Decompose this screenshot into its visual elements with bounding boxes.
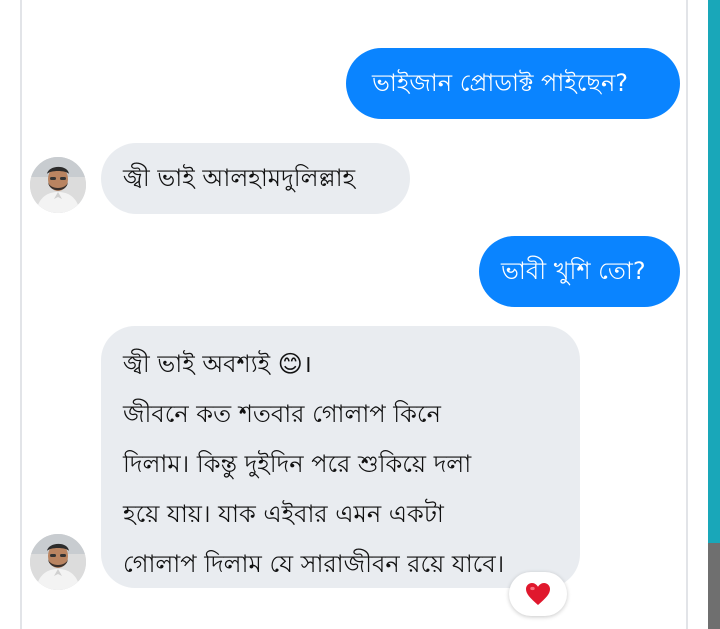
scrollbar-thumb[interactable] [708,543,720,629]
message-text: ভাইজান প্রোডাক্ট পাইছেন? [372,69,629,97]
accent-strip [708,0,720,629]
incoming-message-bubble[interactable]: জ্বী ভাই আলহামদুলিল্লাহ [101,143,410,214]
message-line: দিলাম। কিন্তু দুইদিন পরে শুকিয়ে দলা [123,450,472,478]
message-reaction[interactable] [509,572,567,616]
message-text: জ্বী ভাই আলহামদুলিল্লাহ [123,164,356,192]
side-panel [688,0,708,629]
messenger-chat-view: ভাইজান প্রোডাক্ট পাইছেন? জ্বী ভাই আলহামদ… [0,0,720,629]
message-line: জীবনে কত শতবার গোলাপ কিনে [123,400,441,428]
heart-icon [526,583,550,605]
avatar-photo-icon [30,534,86,590]
incoming-message-bubble[interactable]: জ্বী ভাই অবশ্যই 😊। জীবনে কত শতবার গোলাপ … [101,326,580,588]
outgoing-message-bubble[interactable]: ভাইজান প্রোডাক্ট পাইছেন? [346,48,680,119]
contact-avatar[interactable] [30,157,86,213]
outgoing-message-bubble[interactable]: ভাবী খুশি তো? [479,236,680,307]
chat-left-divider [20,0,22,629]
message-text: ভাবী খুশি তো? [501,257,646,285]
message-line: জ্বী ভাই অবশ্যই 😊। [123,350,312,378]
avatar-photo-icon [30,157,86,213]
message-line: হয়ে যায়। যাক এইবার এমন একটা [123,500,444,528]
contact-avatar[interactable] [30,534,86,590]
